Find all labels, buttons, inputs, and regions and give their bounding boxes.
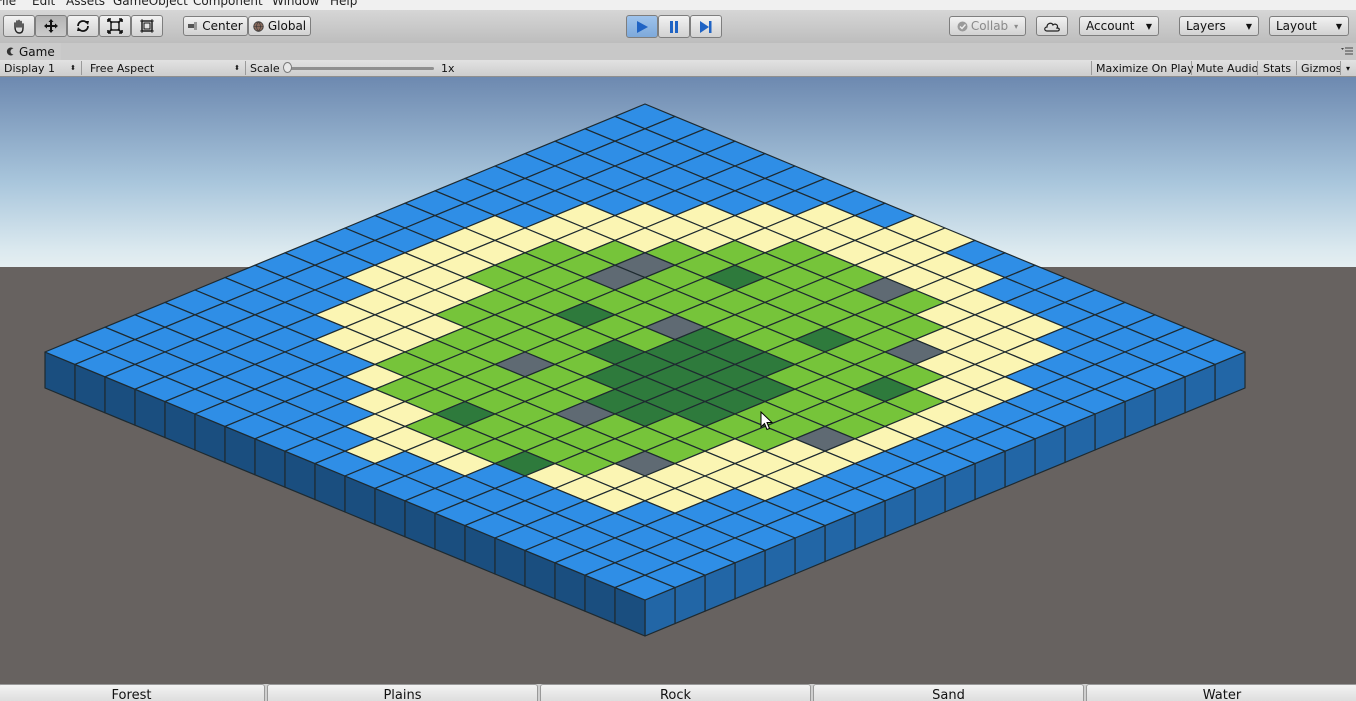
cloud-icon — [1044, 22, 1060, 32]
menu-gameobject[interactable]: GameObject — [113, 0, 188, 8]
display-dropdown[interactable]: Display 1 ⬍ — [0, 60, 80, 76]
menu-help[interactable]: Help — [330, 0, 357, 8]
isometric-tile-map[interactable] — [0, 77, 1356, 684]
main-toolbar: Center Global Collab ▾ Account ▼ Layers … — [0, 10, 1356, 44]
divider — [81, 61, 82, 75]
move-tool-button[interactable] — [35, 15, 67, 37]
rotate-tool-button[interactable] — [67, 15, 99, 37]
collab-button[interactable]: Collab ▾ — [949, 16, 1026, 36]
updown-icon: ⬍ — [70, 64, 76, 72]
maximize-on-play-toggle[interactable]: Maximize On Play — [1092, 60, 1198, 76]
updown-icon: ⬍ — [234, 64, 240, 72]
water-tile-button[interactable]: Water — [1086, 684, 1356, 701]
layers-dropdown[interactable]: Layers ▼ — [1179, 16, 1259, 36]
sand-tile-button[interactable]: Sand — [813, 684, 1084, 701]
game-tab-title: Game — [19, 44, 55, 59]
pivot-icon — [188, 22, 198, 30]
move-tool-icon — [44, 19, 58, 33]
space-label: Global — [267, 19, 307, 33]
game-controller-icon — [6, 47, 14, 56]
tab-menu-icon[interactable] — [1341, 47, 1353, 56]
rock-tile-button[interactable]: Rock — [540, 684, 811, 701]
check-icon — [957, 21, 968, 31]
layers-label: Layers — [1186, 19, 1226, 33]
scale-tool-icon — [107, 18, 123, 34]
divider — [1340, 61, 1341, 75]
pivot-center-button[interactable]: Center — [183, 16, 248, 36]
play-icon — [637, 20, 648, 33]
hand-tool-button[interactable] — [3, 15, 35, 37]
tab-game[interactable]: Game — [0, 43, 61, 60]
step-icon — [700, 20, 712, 33]
mouse-cursor-icon — [760, 411, 774, 431]
account-label: Account — [1086, 19, 1135, 33]
play-button[interactable] — [626, 15, 658, 38]
account-dropdown[interactable]: Account ▼ — [1079, 16, 1159, 36]
game-tab-bar: Game — [0, 43, 1356, 60]
rotate-tool-icon — [77, 20, 89, 32]
scale-slider-thumb[interactable] — [283, 62, 292, 73]
game-view-toolbar: Display 1 ⬍ Free Aspect ⬍ Scale 1x Maxim… — [0, 60, 1356, 77]
hand-tool-icon — [14, 19, 24, 34]
tile-palette-bar: Forest Plains Rock Sand Water — [0, 684, 1356, 701]
globe-icon — [253, 20, 264, 32]
display-label: Display 1 — [4, 61, 56, 75]
scale-tool-button[interactable] — [99, 15, 131, 37]
mute-audio-toggle[interactable]: Mute Audio — [1192, 60, 1262, 76]
game-viewport[interactable] — [0, 77, 1356, 684]
step-button[interactable] — [690, 15, 722, 38]
stats-toggle[interactable]: Stats — [1259, 60, 1295, 76]
pause-icon — [670, 20, 678, 33]
chevron-down-icon: ▼ — [1145, 21, 1152, 31]
gizmos-toggle[interactable]: Gizmos — [1297, 60, 1346, 76]
menu-assets[interactable]: Assets — [66, 0, 105, 8]
pivot-label: Center — [202, 19, 243, 33]
layout-dropdown[interactable]: Layout ▼ — [1269, 16, 1349, 36]
menu-bar: File Edit Assets GameObject Component Wi… — [0, 0, 1356, 10]
menu-window[interactable]: Window — [272, 0, 319, 8]
layout-label: Layout — [1276, 19, 1317, 33]
pause-button[interactable] — [658, 15, 690, 38]
menu-edit[interactable]: Edit — [32, 0, 55, 8]
rect-tool-button[interactable] — [131, 15, 163, 37]
chevron-down-icon: ▼ — [1245, 21, 1252, 31]
menu-component[interactable]: Component — [193, 0, 263, 8]
aspect-dropdown[interactable]: Free Aspect ⬍ — [86, 60, 244, 76]
chevron-down-icon[interactable]: ▾ — [1342, 60, 1354, 76]
space-global-button[interactable]: Global — [248, 16, 311, 36]
scale-label: Scale — [250, 61, 280, 75]
rect-tool-icon — [140, 19, 154, 33]
chevron-down-icon: ▾ — [1014, 21, 1019, 31]
scale-value: 1x — [441, 61, 455, 75]
collab-label: Collab — [970, 19, 1009, 33]
forest-tile-button[interactable]: Forest — [0, 684, 265, 701]
scale-slider-track[interactable] — [290, 67, 434, 70]
aspect-label: Free Aspect — [90, 61, 155, 75]
cloud-button[interactable] — [1036, 16, 1068, 36]
plains-tile-button[interactable]: Plains — [267, 684, 538, 701]
menu-file[interactable]: File — [0, 0, 16, 8]
chevron-down-icon: ▼ — [1335, 21, 1342, 31]
divider — [1257, 61, 1258, 75]
